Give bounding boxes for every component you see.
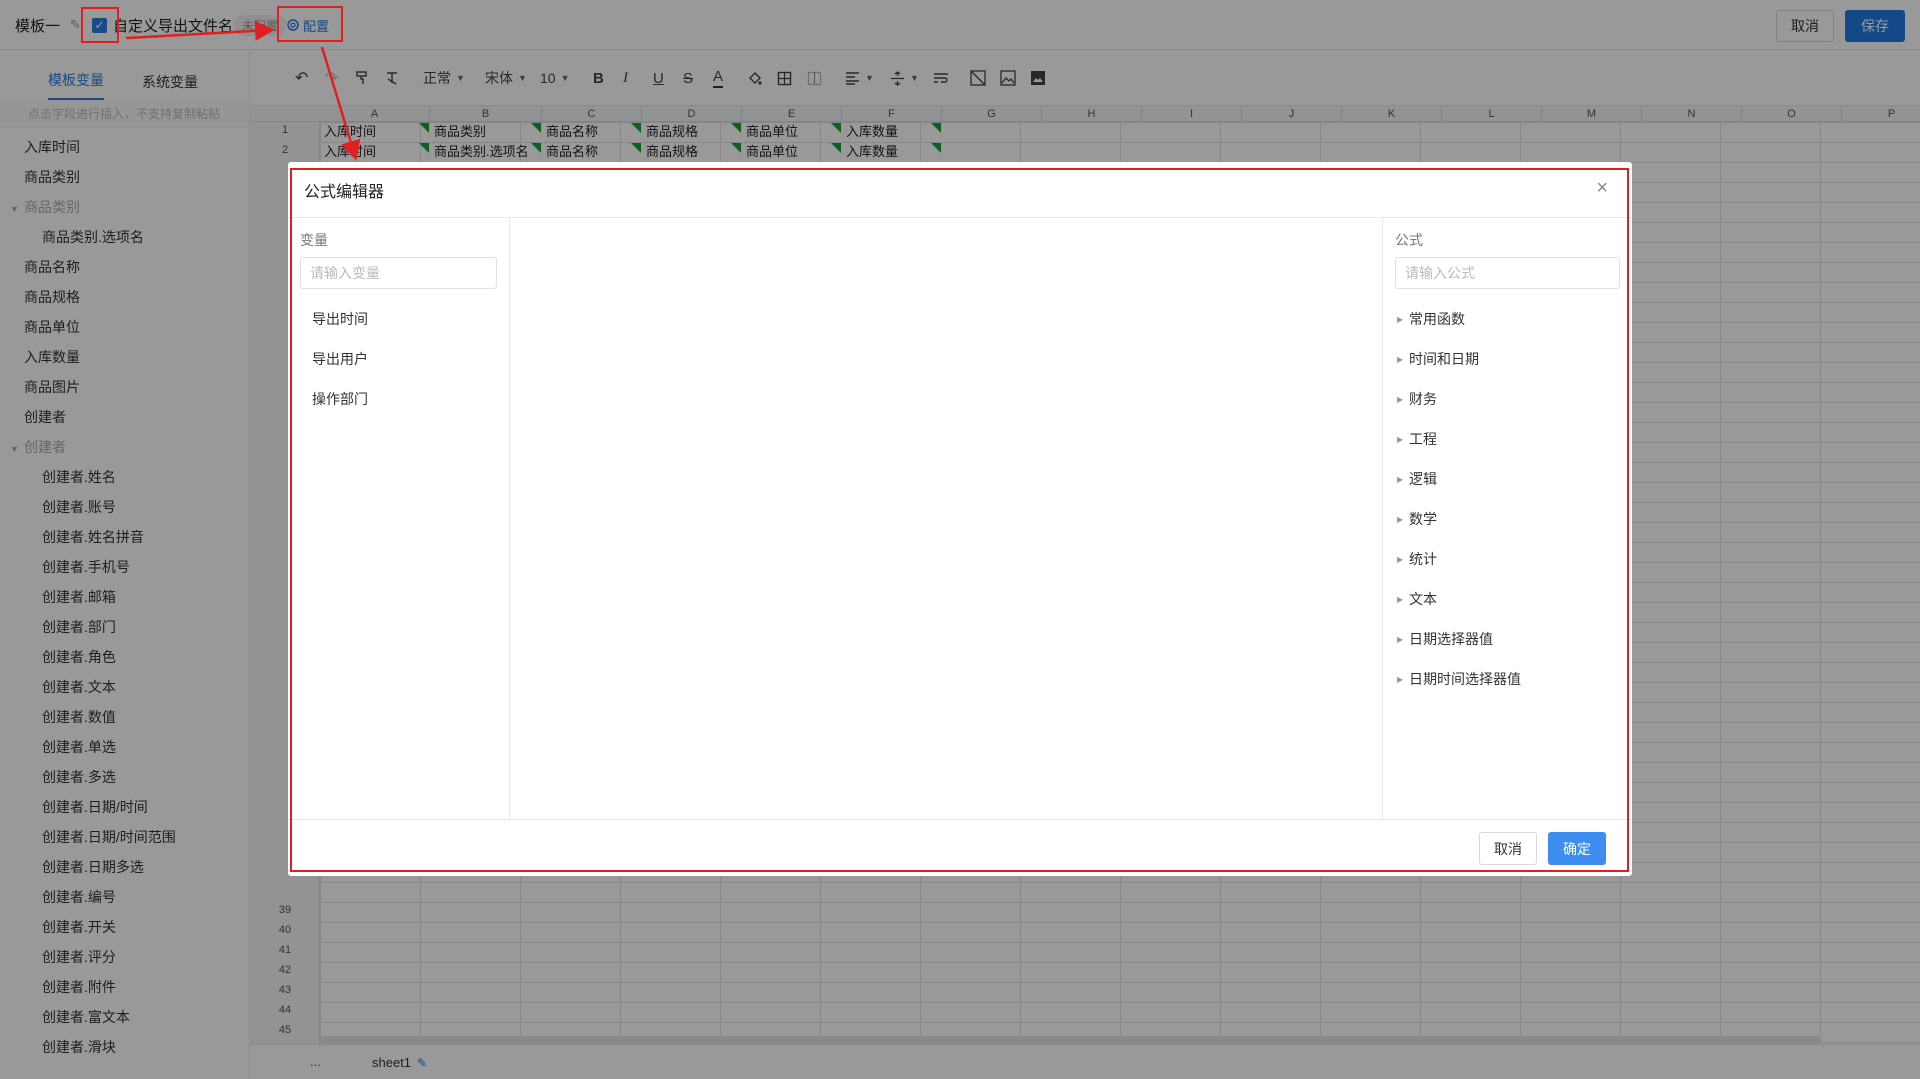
annotation-box-checkbox — [81, 7, 119, 43]
annotation-box-config — [277, 6, 343, 42]
annotation-box-dialog — [290, 168, 1629, 872]
